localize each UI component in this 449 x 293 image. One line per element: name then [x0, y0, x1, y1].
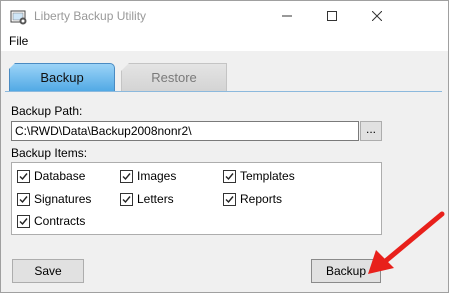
minimize-button[interactable] [264, 1, 310, 31]
maximize-icon [327, 11, 337, 21]
checkbox-templates[interactable]: Templates [223, 169, 295, 183]
close-icon [372, 11, 382, 21]
checkbox-letters[interactable]: Letters [120, 192, 174, 206]
annotation-arrow-icon [368, 211, 445, 274]
checkbox-letters-box[interactable] [120, 192, 133, 206]
maximize-button[interactable] [309, 1, 355, 31]
checkmark-icon [122, 172, 131, 180]
checkbox-label: Images [137, 169, 177, 183]
minimize-icon [282, 15, 292, 17]
backup-path-input[interactable] [11, 121, 359, 141]
checkbox-label: Contracts [34, 214, 86, 228]
checkbox-database-box[interactable] [17, 169, 30, 183]
backup-items-label: Backup Items: [11, 146, 88, 160]
close-button[interactable] [354, 1, 400, 31]
checkbox-signatures-box[interactable] [17, 192, 30, 206]
checkbox-label: Reports [240, 192, 283, 206]
backup-path-label: Backup Path: [11, 104, 83, 118]
title-bar[interactable]: Liberty Backup Utility [1, 1, 448, 31]
checkbox-images-box[interactable] [120, 169, 133, 183]
checkmark-icon [225, 195, 234, 203]
tab-backup[interactable]: Backup [9, 63, 115, 92]
checkbox-label: Signatures [34, 192, 92, 206]
tab-divider [5, 91, 442, 92]
checkmark-icon [19, 195, 28, 203]
menu-file[interactable]: File [9, 34, 28, 48]
backup-items-group: Database Images Templates Signatures Let… [11, 162, 382, 235]
checkbox-database[interactable]: Database [17, 169, 85, 183]
checkmark-icon [225, 172, 234, 180]
browse-button[interactable]: ... [360, 121, 382, 141]
checkbox-templates-box[interactable] [223, 169, 236, 183]
checkbox-contracts[interactable]: Contracts [17, 214, 85, 228]
checkmark-icon [122, 195, 131, 203]
checkbox-signatures[interactable]: Signatures [17, 192, 91, 206]
save-button[interactable]: Save [12, 259, 84, 283]
checkbox-label: Letters [137, 192, 174, 206]
checkbox-contracts-box[interactable] [17, 214, 30, 228]
menu-bar: File [1, 31, 448, 51]
checkbox-label: Database [34, 169, 86, 183]
checkbox-label: Templates [240, 169, 295, 183]
tab-restore[interactable]: Restore [121, 63, 227, 92]
window-title: Liberty Backup Utility [34, 9, 147, 23]
checkmark-icon [19, 217, 28, 225]
checkmark-icon [19, 172, 28, 180]
app-icon [10, 9, 28, 25]
checkbox-reports[interactable]: Reports [223, 192, 282, 206]
checkbox-reports-box[interactable] [223, 192, 236, 206]
checkbox-images[interactable]: Images [120, 169, 176, 183]
